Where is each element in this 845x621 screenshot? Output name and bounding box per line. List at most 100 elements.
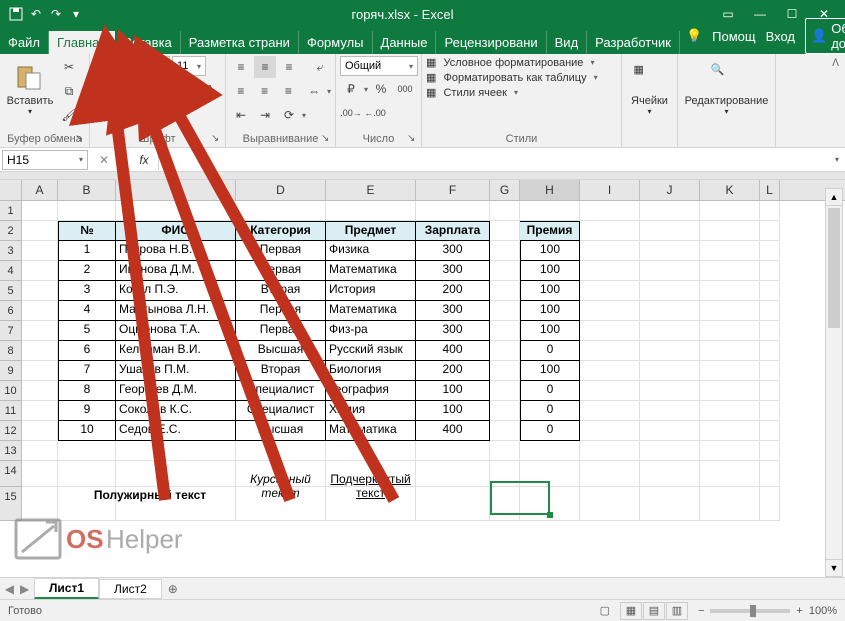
cell[interactable]: [700, 201, 760, 221]
cell[interactable]: [640, 261, 700, 281]
cell[interactable]: 2: [58, 261, 116, 281]
cell[interactable]: [640, 401, 700, 421]
cell[interactable]: Специалист: [236, 381, 326, 401]
cell[interactable]: [700, 341, 760, 361]
cell[interactable]: Первая: [236, 301, 326, 321]
name-box[interactable]: H15▾: [2, 150, 88, 170]
merge-center-icon[interactable]: ⇔: [303, 80, 325, 102]
fill-handle[interactable]: [547, 512, 553, 518]
cell[interactable]: 9: [58, 401, 116, 421]
cell[interactable]: [760, 201, 780, 221]
cell[interactable]: [760, 341, 780, 361]
cell[interactable]: История: [326, 281, 416, 301]
cell[interactable]: [490, 381, 520, 401]
cell[interactable]: [640, 281, 700, 301]
cell[interactable]: [116, 441, 236, 461]
cell[interactable]: [416, 201, 490, 221]
cell[interactable]: 5: [58, 321, 116, 341]
cell[interactable]: 10: [58, 421, 116, 441]
cell[interactable]: [640, 461, 700, 487]
clipboard-launcher-icon[interactable]: ↘: [75, 133, 87, 145]
cell[interactable]: Высшая: [236, 341, 326, 361]
cell[interactable]: [760, 401, 780, 421]
tab-review[interactable]: Рецензировани: [436, 31, 546, 54]
cell[interactable]: [640, 487, 700, 521]
cell[interactable]: 3: [58, 281, 116, 301]
undo-icon[interactable]: ↶: [28, 6, 44, 22]
cell[interactable]: [640, 361, 700, 381]
cell[interactable]: Специалист: [236, 401, 326, 421]
cell[interactable]: [700, 241, 760, 261]
formula-input[interactable]: [158, 150, 835, 170]
cell[interactable]: [22, 221, 58, 241]
cell[interactable]: [640, 321, 700, 341]
cell[interactable]: 8: [58, 381, 116, 401]
cell[interactable]: 400: [416, 341, 490, 361]
cell[interactable]: [640, 381, 700, 401]
tab-view[interactable]: Вид: [547, 31, 588, 54]
cell[interactable]: [22, 441, 58, 461]
cell[interactable]: 100: [520, 261, 580, 281]
column-header[interactable]: I: [580, 180, 640, 200]
cell[interactable]: [580, 421, 640, 441]
tab-insert[interactable]: Вставка: [115, 31, 180, 54]
grow-font-button[interactable]: A: [175, 78, 197, 100]
cell[interactable]: №: [58, 221, 116, 241]
share-button[interactable]: 👤 Общий доступ: [805, 18, 845, 54]
cell[interactable]: [760, 321, 780, 341]
cell[interactable]: [22, 421, 58, 441]
cell[interactable]: [22, 201, 58, 221]
cell[interactable]: Предмет: [326, 221, 416, 241]
zoom-in-icon[interactable]: +: [796, 605, 802, 617]
cell[interactable]: [700, 281, 760, 301]
cell[interactable]: 100: [520, 241, 580, 261]
cell[interactable]: [700, 261, 760, 281]
font-size-selector[interactable]: 11▾: [172, 56, 206, 76]
cell[interactable]: Подчеркнутыйтекст: [326, 461, 416, 487]
cell[interactable]: [580, 361, 640, 381]
cell[interactable]: [490, 487, 520, 521]
cell[interactable]: [236, 441, 326, 461]
fx-icon[interactable]: fx: [136, 153, 152, 167]
cell[interactable]: Физ-ра: [326, 321, 416, 341]
wrap-text-icon[interactable]: ⤶: [309, 56, 331, 78]
zoom-slider[interactable]: [710, 609, 790, 613]
tab-file[interactable]: Файл: [0, 31, 49, 54]
cell[interactable]: География: [326, 381, 416, 401]
borders-button[interactable]: ▦: [94, 102, 116, 124]
cell[interactable]: [700, 321, 760, 341]
cell[interactable]: [640, 241, 700, 261]
cell[interactable]: [700, 441, 760, 461]
column-header[interactable]: F: [416, 180, 490, 200]
row-header[interactable]: 11: [0, 401, 22, 421]
cell[interactable]: Первая: [236, 261, 326, 281]
column-header[interactable]: A: [22, 180, 58, 200]
cell[interactable]: [22, 321, 58, 341]
column-header[interactable]: J: [640, 180, 700, 200]
cell[interactable]: [490, 461, 520, 487]
column-header[interactable]: E: [326, 180, 416, 200]
row-header[interactable]: 7: [0, 321, 22, 341]
row-header[interactable]: 5: [0, 281, 22, 301]
cell[interactable]: [700, 301, 760, 321]
cell[interactable]: [700, 361, 760, 381]
cells-button[interactable]: ▦Ячейки▾: [626, 56, 673, 122]
cell[interactable]: [580, 401, 640, 421]
cell[interactable]: [760, 487, 780, 521]
cell[interactable]: Математика: [326, 301, 416, 321]
cell[interactable]: [760, 381, 780, 401]
redo-icon[interactable]: ↷: [48, 6, 64, 22]
increase-indent-icon[interactable]: ⇥: [254, 104, 276, 126]
cell[interactable]: [640, 201, 700, 221]
cell[interactable]: [580, 341, 640, 361]
cell[interactable]: 100: [520, 361, 580, 381]
cell[interactable]: [58, 201, 116, 221]
cell[interactable]: ФИО: [116, 221, 236, 241]
cell[interactable]: Козел П.Э.: [116, 281, 236, 301]
row-header[interactable]: 10: [0, 381, 22, 401]
cell[interactable]: [760, 441, 780, 461]
tab-formulas[interactable]: Формулы: [299, 31, 373, 54]
cell[interactable]: Мартынова Л.Н.: [116, 301, 236, 321]
cell[interactable]: [490, 421, 520, 441]
row-header[interactable]: 14: [0, 461, 22, 487]
